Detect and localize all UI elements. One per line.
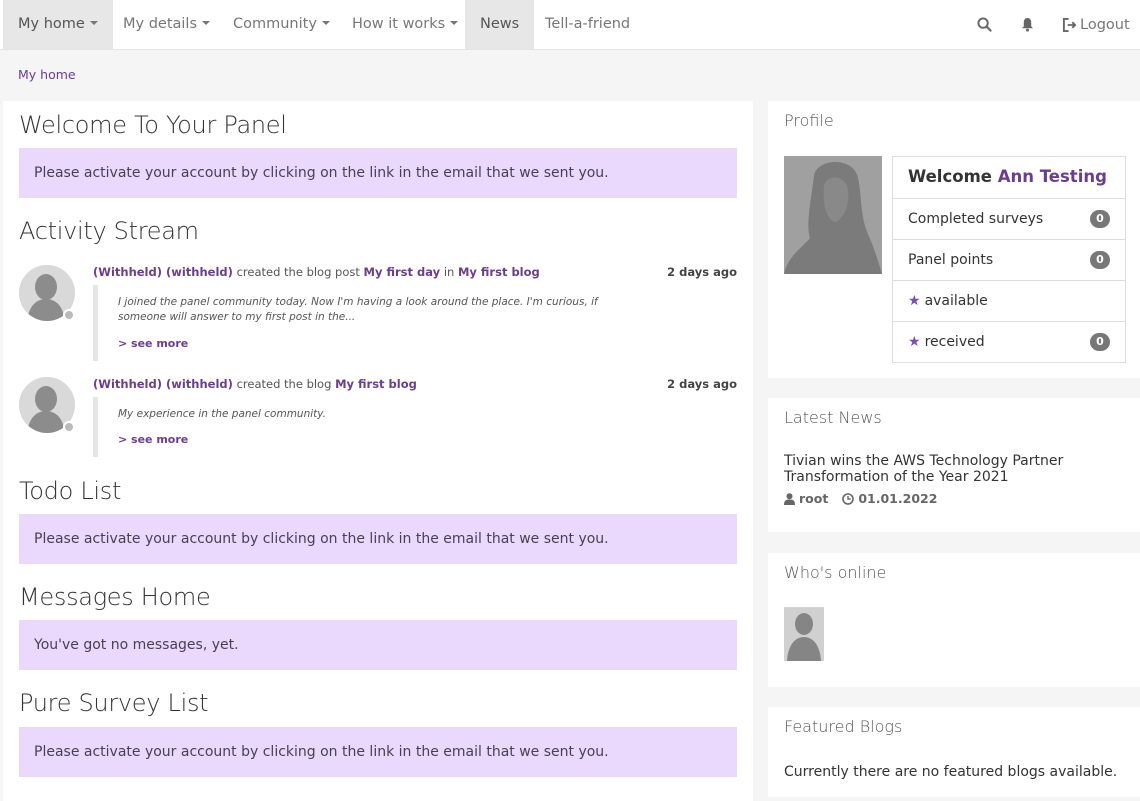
- nav-news[interactable]: News: [465, 0, 535, 49]
- stat-label: Completed surveys: [908, 211, 1044, 227]
- nav-community[interactable]: Community: [218, 0, 345, 49]
- chevron-down-icon: [321, 21, 330, 25]
- nav-my-details-label: My details: [123, 16, 198, 32]
- todo-alert: Please activate your account by clicking…: [19, 514, 737, 564]
- welcome-prefix: Welcome: [908, 167, 992, 186]
- profile-avatar[interactable]: [784, 156, 882, 274]
- stat-label: available: [924, 293, 988, 309]
- stat-label: Panel points: [908, 252, 994, 268]
- user-name-link[interactable]: Ann Testing: [998, 167, 1107, 186]
- profile-stats: Welcome Ann Testing Completed surveys 0 …: [892, 156, 1126, 363]
- nav-tell-a-friend-label: Tell-a-friend: [545, 16, 631, 32]
- welcome-title: Welcome To Your Panel: [19, 111, 287, 139]
- search-icon[interactable]: [972, 0, 996, 49]
- nav-my-home-label: My home: [18, 16, 85, 32]
- survey-title: Pure Survey List: [19, 689, 209, 717]
- activity-body: My experience in the panel community. > …: [93, 397, 608, 457]
- see-more-link[interactable]: > see more: [118, 433, 608, 446]
- activity-time: 2 days ago: [667, 265, 737, 279]
- status-dot: [63, 421, 75, 433]
- news-item-link[interactable]: Tivian wins the AWS Technology Partner T…: [784, 453, 1074, 485]
- top-navbar: My home My details Community How it work…: [0, 0, 1140, 50]
- logout-label: Logout: [1080, 16, 1130, 33]
- activity-header: (Withheld) (withheld) created the blog M…: [93, 377, 417, 391]
- nav-news-label: News: [480, 16, 520, 32]
- nav-community-label: Community: [233, 16, 317, 32]
- featured-blogs-box: Featured Blogs Currently there are no fe…: [768, 707, 1140, 797]
- chevron-down-icon: [89, 21, 98, 25]
- logout-icon: [1062, 17, 1077, 32]
- logout-button[interactable]: Logout: [1062, 0, 1130, 49]
- welcome-row: Welcome Ann Testing: [893, 157, 1125, 198]
- activity-header: (Withheld) (withheld) created the blog p…: [93, 265, 540, 279]
- activity-item: (Withheld) (withheld) created the blog p…: [19, 265, 737, 365]
- activity-text: My experience in the panel community.: [118, 408, 327, 420]
- activity-in: in: [440, 265, 458, 279]
- chevron-down-icon: [450, 21, 459, 25]
- news-meta: root 01.01.2022: [784, 491, 937, 506]
- activity-blog-link[interactable]: My first blog: [458, 265, 540, 279]
- chevron-down-icon: [202, 21, 211, 25]
- activity-title: Activity Stream: [19, 217, 199, 245]
- see-more-link[interactable]: > see more: [118, 337, 608, 350]
- nav-how-it-works-label: How it works: [352, 16, 446, 32]
- activity-user-link[interactable]: (Withheld) (withheld): [93, 377, 233, 391]
- messages-alert: You've got no messages, yet.: [19, 620, 737, 670]
- bell-icon[interactable]: [1017, 0, 1037, 49]
- stat-received[interactable]: ★ received 0: [893, 321, 1125, 362]
- nav-how-it-works[interactable]: How it works: [337, 0, 473, 49]
- main-content: Welcome To Your Panel Please activate yo…: [3, 101, 753, 801]
- profile-title: Profile: [784, 111, 834, 130]
- stat-completed-surveys[interactable]: Completed surveys 0: [893, 198, 1125, 239]
- stat-panel-points[interactable]: Panel points 0: [893, 239, 1125, 280]
- activity-item: (Withheld) (withheld) created the blog M…: [19, 377, 737, 461]
- activate-alert: Please activate your account by clicking…: [19, 148, 737, 198]
- star-icon: ★: [908, 293, 921, 309]
- featured-empty-text: Currently there are no featured blogs av…: [784, 764, 1118, 780]
- online-title: Who's online: [784, 563, 887, 582]
- news-title: Latest News: [784, 408, 882, 427]
- user-icon: [784, 492, 795, 505]
- survey-alert: Please activate your account by clicking…: [19, 727, 737, 777]
- count-badge: 0: [1090, 210, 1110, 228]
- stat-available[interactable]: ★ available: [893, 280, 1125, 321]
- activity-action: created the blog post: [232, 265, 364, 279]
- activity-user-link[interactable]: (Withheld) (withheld): [93, 265, 233, 279]
- nav-my-details[interactable]: My details: [108, 0, 225, 49]
- count-badge: 0: [1090, 333, 1110, 351]
- avatar[interactable]: [784, 607, 824, 661]
- activity-action: created the blog: [232, 377, 336, 391]
- status-dot: [63, 309, 75, 321]
- star-icon: ★: [908, 334, 921, 350]
- profile-box: Profile Welcome Ann Testing Completed su…: [768, 101, 1140, 378]
- featured-title: Featured Blogs: [784, 717, 903, 736]
- stat-label: received: [924, 334, 985, 350]
- activity-body: I joined the panel community today. Now …: [93, 285, 608, 361]
- breadcrumb-my-home[interactable]: My home: [18, 67, 76, 82]
- activity-target-link[interactable]: My first blog: [335, 377, 417, 391]
- nav-tell-a-friend[interactable]: Tell-a-friend: [530, 0, 645, 49]
- activity-text: I joined the panel community today. Now …: [118, 296, 598, 323]
- news-date: 01.01.2022: [858, 491, 938, 506]
- nav-my-home[interactable]: My home: [3, 0, 113, 49]
- clock-icon: [842, 492, 855, 505]
- activity-time: 2 days ago: [667, 377, 737, 391]
- latest-news-box: Latest News Tivian wins the AWS Technolo…: [768, 398, 1140, 532]
- count-badge: 0: [1090, 251, 1110, 269]
- messages-title: Messages Home: [19, 583, 211, 611]
- news-author: root: [799, 491, 829, 506]
- activity-target-link[interactable]: My first day: [364, 265, 441, 279]
- todo-title: Todo List: [19, 477, 122, 505]
- whos-online-box: Who's online: [768, 553, 1140, 687]
